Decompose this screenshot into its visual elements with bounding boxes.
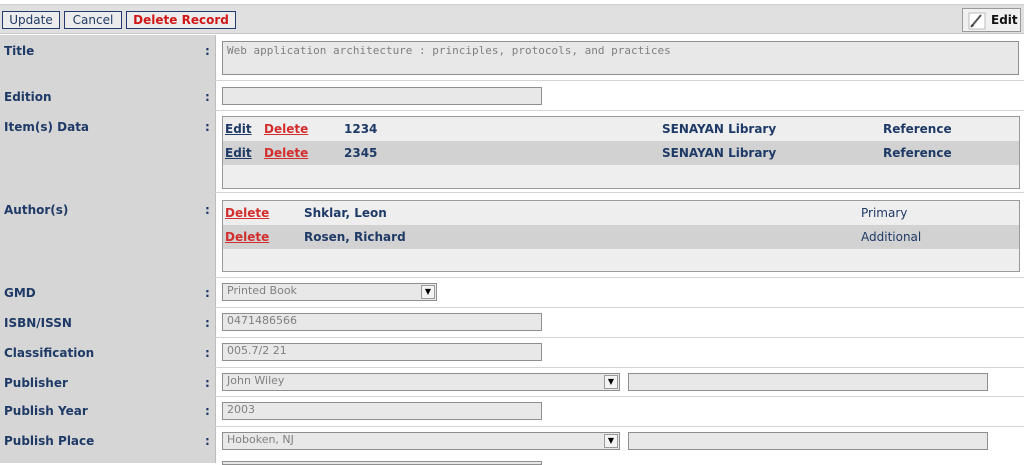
delete-record-button[interactable]: Delete Record — [126, 11, 236, 29]
next-field[interactable] — [222, 461, 542, 465]
gmd-colon: : — [205, 286, 210, 300]
author-row: Delete Rosen, Richard Additional — [223, 225, 1019, 249]
publish-year-label: Publish Year — [4, 404, 88, 418]
item-type: Reference — [883, 122, 952, 136]
author-name: Shklar, Leon — [304, 206, 387, 220]
classification-label: Classification — [4, 346, 95, 360]
publisher-select[interactable]: John Wiley ▼ — [222, 373, 620, 391]
item-type: Reference — [883, 146, 952, 160]
pencil-icon — [968, 12, 986, 30]
publish-place-new-field[interactable] — [628, 432, 988, 450]
edit-toggle-label: Edit — [991, 13, 1018, 27]
item-row: Edit Delete 1234 SENAYAN Library Referen… — [223, 117, 1019, 141]
update-button[interactable]: Update — [2, 11, 60, 29]
row-authors: Author(s) : Delete Shklar, Leon Primary … — [0, 193, 1024, 278]
row-classification: Classification : 005.7/2 21 — [0, 338, 1024, 368]
publish-place-label: Publish Place — [4, 434, 95, 448]
item-location: SENAYAN Library — [662, 122, 777, 136]
row-publish-place: Publish Place : Hoboken, NJ ▼ — [0, 427, 1024, 465]
publish-place-select-value: Hoboken, NJ — [227, 433, 294, 446]
isbn-label: ISBN/ISSN — [4, 316, 72, 330]
items-label: Item(s) Data — [4, 120, 90, 134]
chevron-down-icon: ▼ — [421, 285, 435, 299]
publish-year-colon: : — [205, 404, 210, 418]
publisher-new-field[interactable] — [628, 373, 988, 391]
classification-colon: : — [205, 346, 210, 360]
item-edit-link[interactable]: Edit — [225, 146, 252, 160]
isbn-field[interactable]: 0471486566 — [222, 313, 542, 331]
gmd-select[interactable]: Printed Book ▼ — [222, 283, 437, 301]
edition-field[interactable] — [222, 87, 542, 105]
item-delete-link[interactable]: Delete — [264, 122, 308, 136]
author-role: Primary — [861, 206, 908, 220]
item-location: SENAYAN Library — [662, 146, 777, 160]
isbn-colon: : — [205, 316, 210, 330]
publisher-select-value: John Wiley — [227, 374, 285, 387]
author-delete-link[interactable]: Delete — [225, 206, 269, 220]
chevron-down-icon: ▼ — [604, 375, 618, 389]
item-edit-link[interactable]: Edit — [225, 122, 252, 136]
author-role: Additional — [861, 230, 922, 244]
authors-box: Delete Shklar, Leon Primary Delete Rosen… — [222, 200, 1020, 272]
row-edition: Edition : — [0, 81, 1024, 111]
author-delete-link[interactable]: Delete — [225, 230, 269, 244]
toolbar: Update Cancel Delete Record Edit — [0, 5, 1024, 34]
title-label: Title — [4, 44, 35, 58]
row-items: Item(s) Data : Edit Delete 1234 SENAYAN … — [0, 111, 1024, 193]
author-name: Rosen, Richard — [304, 230, 406, 244]
authors-label: Author(s) — [4, 203, 69, 217]
publisher-colon: : — [205, 376, 210, 390]
row-publish-year: Publish Year : 2003 — [0, 397, 1024, 427]
row-isbn: ISBN/ISSN : 0471486566 — [0, 308, 1024, 338]
gmd-select-value: Printed Book — [227, 284, 297, 297]
row-title: Title : Web application architecture : p… — [0, 35, 1024, 81]
items-colon: : — [205, 120, 210, 134]
item-code: 2345 — [344, 146, 378, 160]
item-delete-link[interactable]: Delete — [264, 146, 308, 160]
title-field[interactable]: Web application architecture : principle… — [222, 41, 1019, 75]
authors-colon: : — [205, 203, 210, 217]
cancel-button[interactable]: Cancel — [64, 11, 122, 29]
gmd-label: GMD — [4, 286, 36, 300]
item-row: Edit Delete 2345 SENAYAN Library Referen… — [223, 141, 1019, 165]
publish-place-select[interactable]: Hoboken, NJ ▼ — [222, 432, 620, 450]
author-row: Delete Shklar, Leon Primary — [223, 201, 1019, 225]
items-box: Edit Delete 1234 SENAYAN Library Referen… — [222, 116, 1020, 189]
row-publisher: Publisher : John Wiley ▼ — [0, 368, 1024, 397]
publish-year-field[interactable]: 2003 — [222, 402, 542, 420]
edition-label: Edition — [4, 90, 52, 104]
classification-field[interactable]: 005.7/2 21 — [222, 343, 542, 361]
edition-colon: : — [205, 90, 210, 104]
publisher-label: Publisher — [4, 376, 68, 390]
edit-toggle-button[interactable]: Edit — [962, 8, 1021, 32]
title-colon: : — [205, 44, 210, 58]
item-code: 1234 — [344, 122, 378, 136]
chevron-down-icon: ▼ — [604, 434, 618, 448]
publish-place-colon: : — [205, 434, 210, 448]
row-gmd: GMD : Printed Book ▼ — [0, 278, 1024, 308]
